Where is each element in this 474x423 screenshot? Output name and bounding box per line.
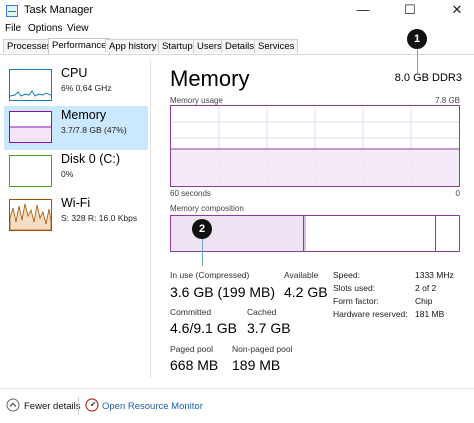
cpu-thumbnail-graph [9, 69, 52, 101]
sidebar-item-cpu[interactable]: CPU 6% 0.64 GHz [4, 64, 148, 108]
form-factor-value: Chip [415, 296, 433, 306]
tab-startup[interactable]: Startup [158, 39, 197, 53]
menu-file[interactable]: File [5, 23, 21, 34]
memory-composition-bar [170, 215, 460, 252]
minimize-button[interactable]: — [348, 0, 378, 22]
slots-used-value: 2 of 2 [415, 283, 437, 293]
non-paged-pool-label: Non-paged pool [232, 344, 293, 354]
open-resource-monitor-link[interactable]: Open Resource Monitor [102, 401, 203, 412]
committed-label: Committed [170, 307, 212, 317]
non-paged-pool-value: 189 MB [232, 357, 281, 373]
slots-used-label: Slots used: [333, 283, 376, 293]
time-axis-label: 60 seconds [170, 189, 211, 198]
memory-usage-max: 7.8 GB [435, 96, 460, 105]
maximize-button[interactable]: ☐ [395, 0, 425, 22]
form-factor-label: Form factor: [333, 296, 379, 306]
sidebar-item-sub: 0% [61, 169, 74, 179]
sidebar-item-sub: 3.7/7.8 GB (47%) [61, 125, 127, 135]
sidebar-item-label: Wi-Fi [61, 196, 91, 210]
close-button[interactable]: ✕ [442, 0, 472, 22]
committed-value: 4.6/9.1 GB [170, 320, 237, 336]
free-segment [436, 216, 459, 251]
disk-thumbnail-graph [9, 155, 52, 187]
sidebar-item-memory[interactable]: Memory 3.7/7.8 GB (47%) [4, 106, 148, 150]
tab-app-history[interactable]: App history [105, 39, 161, 53]
collapse-chevron-icon[interactable] [6, 398, 20, 412]
tab-performance[interactable]: Performance [48, 38, 111, 54]
callout-2-badge: 2 [192, 219, 212, 239]
cached-value: 3.7 GB [247, 320, 291, 336]
in-use-label: In use (Compressed) [170, 270, 250, 280]
memory-usage-graph [170, 105, 460, 187]
hardware-reserved-label: Hardware reserved: [333, 309, 408, 319]
memory-thumbnail-graph [9, 111, 52, 143]
resource-monitor-icon [85, 398, 99, 412]
sidebar-item-label: Memory [61, 108, 107, 122]
tab-details[interactable]: Details [221, 39, 259, 53]
window-title: Task Manager [24, 4, 94, 16]
in-use-segment [171, 216, 304, 251]
callout-2-line [202, 236, 203, 266]
usage-axis-min: 0 [455, 189, 460, 198]
wifi-thumbnail-graph [9, 199, 52, 231]
menu-bar: File Options View [0, 22, 474, 37]
in-use-value: 3.6 GB (199 MB) [170, 284, 276, 300]
cached-label: Cached [247, 307, 277, 317]
available-value: 4.2 GB [284, 284, 328, 300]
menu-view[interactable]: View [67, 23, 89, 34]
paged-pool-label: Paged pool [170, 344, 214, 354]
title-bar: Task Manager — ☐ ✕ [0, 0, 474, 22]
footer-bar: Fewer details Open Resource Monitor [0, 388, 474, 423]
menu-options[interactable]: Options [28, 23, 62, 34]
sidebar-item-wifi[interactable]: Wi-Fi S: 328 R: 16.0 Kbps [4, 194, 148, 238]
sidebar-item-label: CPU [61, 66, 88, 80]
standby-segment [306, 216, 436, 251]
task-manager-app-icon [6, 5, 18, 17]
sidebar-item-sub: 6% 0.64 GHz [61, 83, 112, 93]
speed-label: Speed: [333, 270, 360, 280]
tab-services[interactable]: Services [254, 39, 299, 53]
resource-sidebar: CPU 6% 0.64 GHz Memory 3.7/7.8 GB (47%) … [0, 60, 151, 378]
sidebar-item-label: Disk 0 (C:) [61, 152, 121, 166]
callout-1-line [417, 48, 418, 74]
speed-value: 1333 MHz [415, 270, 454, 280]
available-label: Available [284, 270, 319, 280]
fewer-details-link[interactable]: Fewer details [24, 401, 81, 412]
page-title: Memory [170, 66, 250, 91]
callout-1-badge: 1 [407, 29, 427, 49]
paged-pool-value: 668 MB [170, 357, 219, 373]
tab-bar: Processes Performance App history Startu… [0, 38, 474, 55]
footer-divider [78, 397, 79, 415]
memory-usage-label: Memory usage [170, 96, 223, 105]
memory-spec: 8.0 GB DDR3 [394, 72, 462, 84]
sidebar-item-disk[interactable]: Disk 0 (C:) 0% [4, 150, 148, 194]
memory-composition-label: Memory composition [170, 204, 244, 213]
sidebar-item-sub: S: 328 R: 16.0 Kbps [61, 213, 138, 223]
hardware-reserved-value: 181 MB [415, 309, 445, 319]
